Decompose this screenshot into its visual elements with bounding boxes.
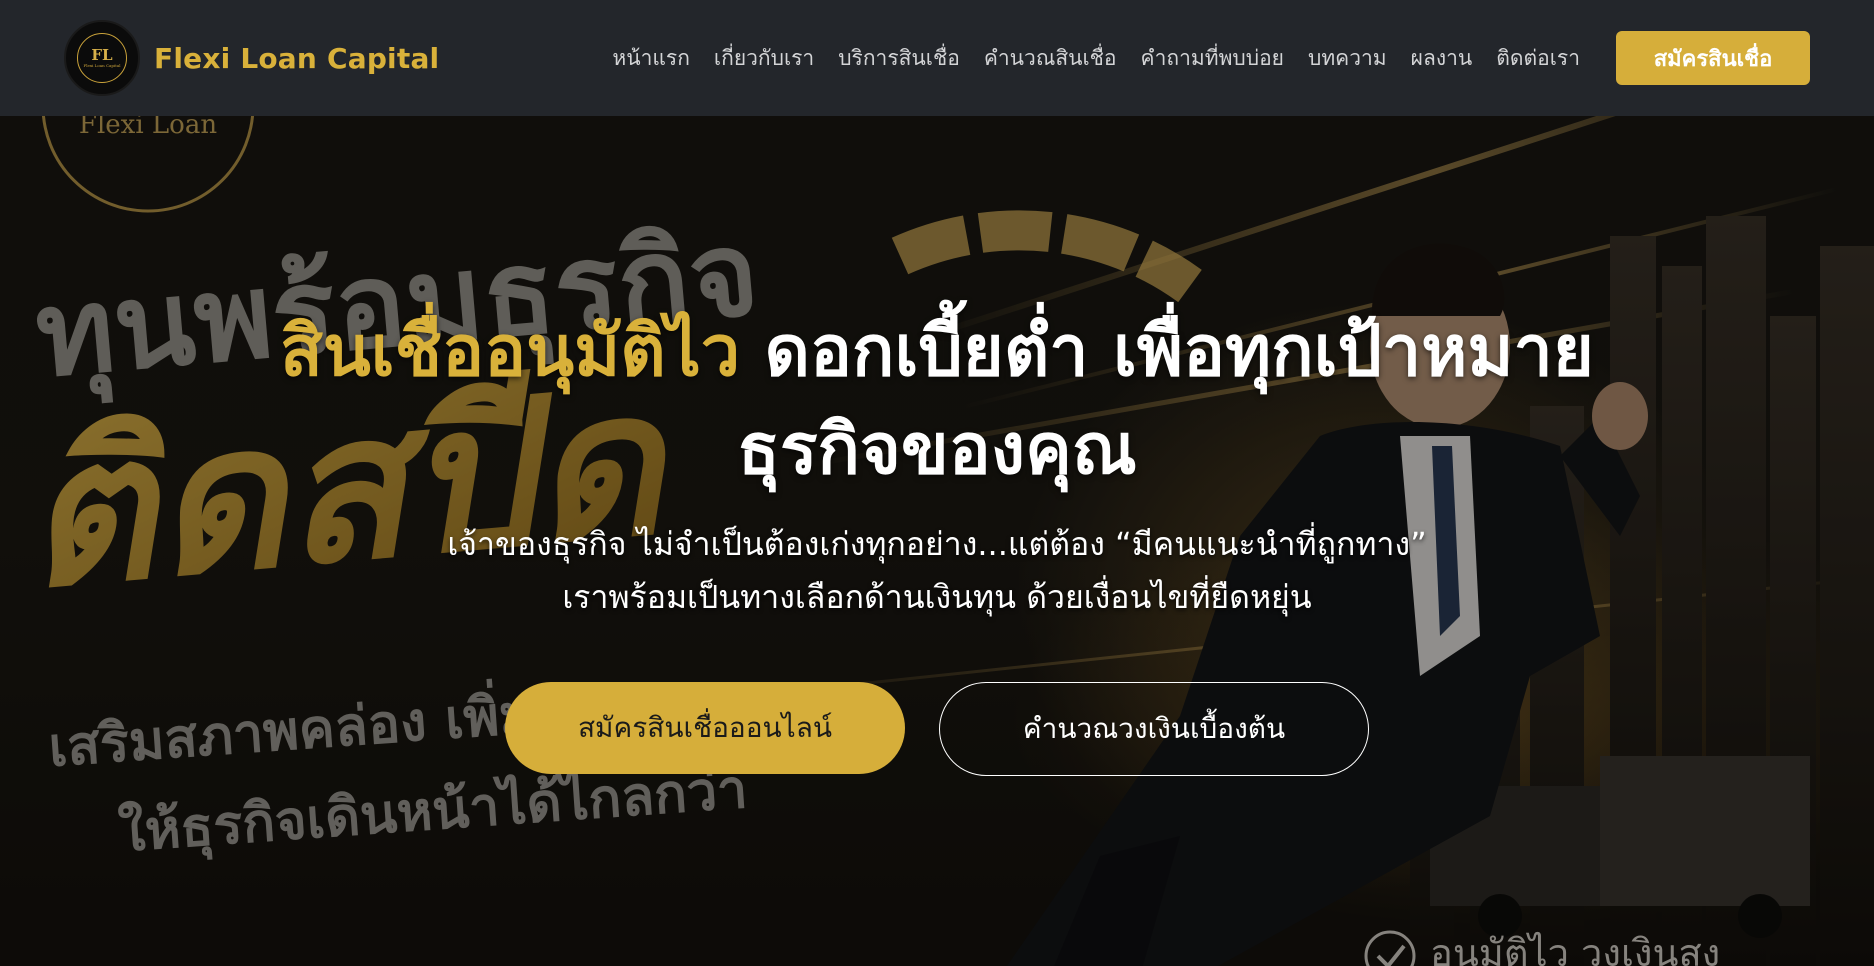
- site-header: FL Flexi Loan Capital Flexi Loan Capital…: [0, 0, 1874, 116]
- nav-item-portfolio[interactable]: ผลงาน: [1399, 42, 1485, 75]
- nav-item-articles[interactable]: บทความ: [1296, 42, 1399, 75]
- brand[interactable]: FL Flexi Loan Capital Flexi Loan Capital: [64, 20, 439, 96]
- nav-item-loan-services[interactable]: บริการสินเชื่อ: [826, 42, 972, 75]
- nav-item-faq[interactable]: คำถามที่พบบ่อย: [1129, 42, 1296, 75]
- logo-caption: Flexi Loan Capital: [83, 62, 121, 68]
- calculate-credit-button[interactable]: คำนวณวงเงินเบื้องต้น: [939, 682, 1369, 776]
- nav-item-about[interactable]: เกี่ยวกับเรา: [702, 42, 826, 75]
- hero-title-accent: สินเชื่ออนุมัติไว: [280, 310, 741, 392]
- hero-section: Flexi Loan ทุนพร้อมธุรกิจ ติดสปีด เสริมส…: [0, 116, 1874, 966]
- hero-content: สินเชื่ออนุมัติไว ดอกเบี้ยต่ำ เพื่อทุกเป…: [0, 116, 1874, 966]
- brand-logo[interactable]: FL Flexi Loan Capital: [64, 20, 140, 96]
- brand-name[interactable]: Flexi Loan Capital: [154, 42, 439, 75]
- hero-subtitle: เจ้าของธุรกิจ ไม่จำเป็นต้องเก่งทุกอย่าง.…: [237, 518, 1637, 624]
- logo-ring: FL Flexi Loan Capital: [77, 33, 127, 83]
- nav-item-home[interactable]: หน้าแรก: [600, 42, 702, 75]
- logo-monogram: FL: [91, 45, 113, 64]
- hero-subtitle-line2: เราพร้อมเป็นทางเลือกด้านเงินทุน ด้วยเงื่…: [562, 578, 1312, 616]
- hero-subtitle-line1: เจ้าของธุรกิจ ไม่จำเป็นต้องเก่งทุกอย่าง.…: [447, 525, 1427, 563]
- hero-title-line2: ธุรกิจของคุณ: [737, 408, 1137, 490]
- nav-item-loan-calculator[interactable]: คำนวณสินเชื่อ: [972, 42, 1129, 75]
- hero-title: สินเชื่ออนุมัติไว ดอกเบี้ยต่ำ เพื่อทุกเป…: [57, 302, 1817, 498]
- hero-buttons: สมัครสินเชื่อออนไลน์ คำนวณวงเงินเบื้องต้…: [505, 682, 1369, 776]
- apply-online-button[interactable]: สมัครสินเชื่อออนไลน์: [505, 682, 905, 774]
- apply-loan-button[interactable]: สมัครสินเชื่อ: [1616, 31, 1810, 85]
- main-nav: หน้าแรก เกี่ยวกับเรา บริการสินเชื่อ คำนว…: [600, 42, 1592, 75]
- hero-title-rest: ดอกเบี้ยต่ำ เพื่อทุกเป้าหมาย: [740, 310, 1594, 392]
- nav-item-contact[interactable]: ติดต่อเรา: [1484, 42, 1592, 75]
